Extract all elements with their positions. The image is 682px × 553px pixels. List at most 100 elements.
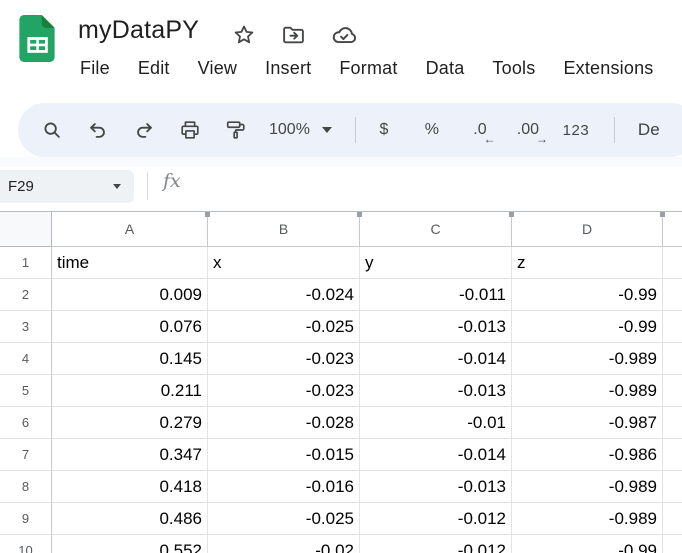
cell-D3[interactable]: -0.99 (512, 311, 663, 343)
menu-tools[interactable]: Tools (478, 56, 549, 81)
cell-filler[interactable] (663, 375, 682, 407)
cell-filler[interactable] (663, 343, 682, 375)
cell-B8[interactable]: -0.016 (208, 471, 360, 503)
cell-B4[interactable]: -0.023 (208, 343, 360, 375)
table-row-10: 100.552-0.02-0.012-0.99 (0, 535, 682, 553)
left-arrow-icon: ← (484, 132, 496, 146)
row-header-3[interactable]: 3 (0, 311, 52, 343)
select-all-corner[interactable] (0, 212, 52, 247)
cell-D8[interactable]: -0.989 (512, 471, 663, 503)
cell-D1[interactable]: z (512, 247, 663, 279)
increase-decimal-button[interactable]: .00→ (509, 121, 547, 139)
toolbar-divider (614, 117, 615, 143)
chevron-down-icon (322, 127, 332, 133)
menu-extensions[interactable]: Extensions (549, 56, 667, 81)
column-header-C[interactable]: C (360, 212, 512, 247)
column-header-D[interactable]: D (512, 212, 663, 247)
table-row-4: 40.145-0.023-0.014-0.989 (0, 343, 682, 375)
decrease-decimal-button[interactable]: .0← (461, 121, 499, 139)
cell-C3[interactable]: -0.013 (360, 311, 512, 343)
cell-B6[interactable]: -0.028 (208, 407, 360, 439)
sheets-logo-icon[interactable] (19, 15, 55, 62)
cell-B10[interactable]: -0.02 (208, 535, 360, 553)
cell-A2[interactable]: 0.009 (52, 279, 208, 311)
menu-data[interactable]: Data (412, 56, 479, 81)
menu-format[interactable]: Format (325, 56, 411, 81)
cell-D6[interactable]: -0.987 (512, 407, 663, 439)
move-folder-icon[interactable] (281, 23, 306, 48)
row-header-10[interactable]: 10 (0, 535, 52, 553)
cell-C6[interactable]: -0.01 (360, 407, 512, 439)
menu-insert[interactable]: Insert (251, 56, 325, 81)
undo-icon[interactable] (79, 111, 117, 149)
cell-A9[interactable]: 0.486 (52, 503, 208, 535)
cell-B9[interactable]: -0.025 (208, 503, 360, 535)
cell-A4[interactable]: 0.145 (52, 343, 208, 375)
cell-C9[interactable]: -0.012 (360, 503, 512, 535)
cell-B5[interactable]: -0.023 (208, 375, 360, 407)
row-header-1[interactable]: 1 (0, 247, 52, 279)
column-header-B[interactable]: B (208, 212, 360, 247)
cell-A1[interactable]: time (52, 247, 208, 279)
cell-filler[interactable] (663, 503, 682, 535)
row-header-8[interactable]: 8 (0, 471, 52, 503)
cell-B7[interactable]: -0.015 (208, 439, 360, 471)
cell-filler[interactable] (663, 471, 682, 503)
cell-D2[interactable]: -0.99 (512, 279, 663, 311)
menu-view[interactable]: View (184, 56, 252, 81)
cell-C8[interactable]: -0.013 (360, 471, 512, 503)
spreadsheet-grid: ABCD 1timexyz20.009-0.024-0.011-0.9930.0… (0, 211, 682, 553)
cell-D5[interactable]: -0.989 (512, 375, 663, 407)
cell-filler[interactable] (663, 247, 682, 279)
menu-edit[interactable]: Edit (124, 56, 184, 81)
cell-D7[interactable]: -0.986 (512, 439, 663, 471)
cell-C1[interactable]: y (360, 247, 512, 279)
document-title[interactable]: myDataPY (78, 16, 199, 45)
cell-D9[interactable]: -0.989 (512, 503, 663, 535)
cell-D4[interactable]: -0.989 (512, 343, 663, 375)
cell-C4[interactable]: -0.014 (360, 343, 512, 375)
cloud-saved-icon[interactable] (331, 22, 357, 48)
cell-filler[interactable] (663, 439, 682, 471)
cell-filler[interactable] (663, 535, 682, 553)
cell-C10[interactable]: -0.012 (360, 535, 512, 553)
toolbar: 100% $ % .0← .00→ 123 De (18, 103, 682, 157)
zoom-control[interactable]: 100% (269, 121, 332, 139)
row-header-6[interactable]: 6 (0, 407, 52, 439)
row-header-9[interactable]: 9 (0, 503, 52, 535)
cell-A8[interactable]: 0.418 (52, 471, 208, 503)
table-row-5: 50.211-0.023-0.013-0.989 (0, 375, 682, 407)
cell-C5[interactable]: -0.013 (360, 375, 512, 407)
cell-A3[interactable]: 0.076 (52, 311, 208, 343)
cell-A6[interactable]: 0.279 (52, 407, 208, 439)
row-header-4[interactable]: 4 (0, 343, 52, 375)
format-percent-button[interactable]: % (413, 121, 451, 139)
row-header-7[interactable]: 7 (0, 439, 52, 471)
name-box[interactable]: F29 (0, 170, 134, 203)
cell-filler[interactable] (663, 279, 682, 311)
cell-B2[interactable]: -0.024 (208, 279, 360, 311)
search-icon[interactable] (33, 111, 71, 149)
cell-D10[interactable]: -0.99 (512, 535, 663, 553)
print-icon[interactable] (171, 111, 209, 149)
cell-filler[interactable] (663, 311, 682, 343)
cell-A10[interactable]: 0.552 (52, 535, 208, 553)
row-header-2[interactable]: 2 (0, 279, 52, 311)
font-selector[interactable]: De (638, 120, 660, 140)
column-header-A[interactable]: A (52, 212, 208, 247)
cell-C7[interactable]: -0.014 (360, 439, 512, 471)
cell-B1[interactable]: x (208, 247, 360, 279)
cell-C2[interactable]: -0.011 (360, 279, 512, 311)
redo-icon[interactable] (125, 111, 163, 149)
star-icon[interactable] (232, 23, 256, 47)
more-formats-button[interactable]: 123 (557, 122, 595, 139)
menu-file[interactable]: File (66, 56, 124, 81)
cell-B3[interactable]: -0.025 (208, 311, 360, 343)
cell-A7[interactable]: 0.347 (52, 439, 208, 471)
cell-filler[interactable] (663, 407, 682, 439)
paint-format-icon[interactable] (217, 111, 255, 149)
cell-A5[interactable]: 0.211 (52, 375, 208, 407)
zoom-level: 100% (269, 121, 310, 139)
format-currency-button[interactable]: $ (365, 121, 403, 139)
row-header-5[interactable]: 5 (0, 375, 52, 407)
